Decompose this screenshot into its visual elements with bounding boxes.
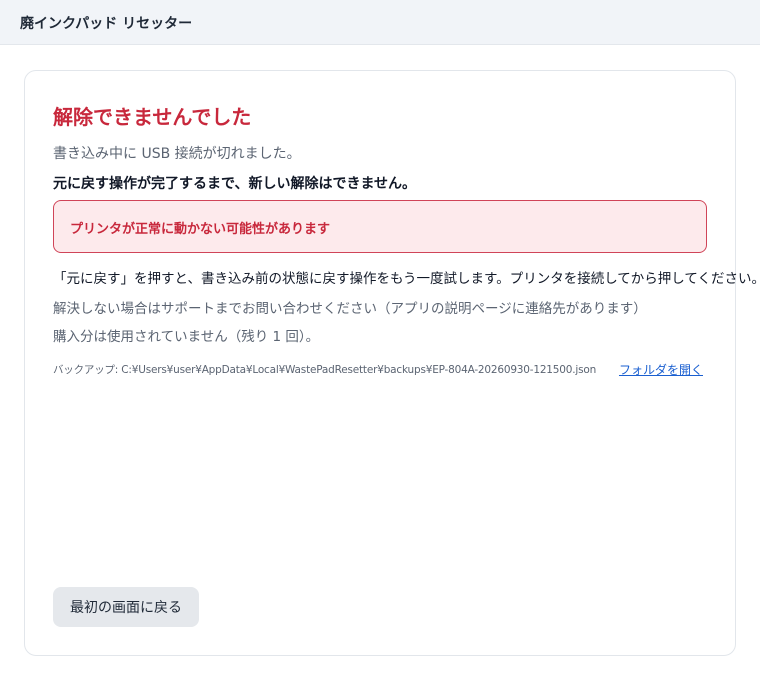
- back-to-start-button[interactable]: 最初の画面に戻る: [53, 587, 199, 627]
- warning-alert-text: プリンタが正常に動かない可能性があります: [70, 222, 331, 237]
- error-cause: 書き込み中に USB 接続が切れました。: [53, 146, 301, 162]
- title-bar: 廃インクパッド リセッター: [0, 0, 760, 45]
- restriction-notice: 元に戻す操作が完了するまで、新しい解除はできません。: [53, 176, 417, 192]
- app-title: 廃インクパッド リセッター: [20, 16, 193, 32]
- warning-alert: プリンタが正常に動かない可能性があります: [53, 200, 707, 253]
- backup-path: バックアップ: C:¥Users¥user¥AppData¥Local¥Wast…: [53, 364, 597, 376]
- open-folder-link[interactable]: フォルダを開く: [619, 361, 703, 378]
- error-heading: 解除できませんでした: [53, 105, 252, 129]
- restore-instruction: 「元に戻す」を押すと、書き込み前の状態に戻す操作をもう一度試します。プリンタを接…: [53, 271, 760, 287]
- backup-row: バックアップ: C:¥Users¥user¥AppData¥Local¥Wast…: [53, 361, 703, 377]
- usage-note: 購入分は使用されていません（残り 1 回）。: [53, 329, 320, 345]
- support-note: 解決しない場合はサポートまでお問い合わせください（アプリの説明ページに連絡先があ…: [53, 301, 647, 317]
- result-card: 解除できませんでした 書き込み中に USB 接続が切れました。 元に戻す操作が完…: [24, 70, 760, 656]
